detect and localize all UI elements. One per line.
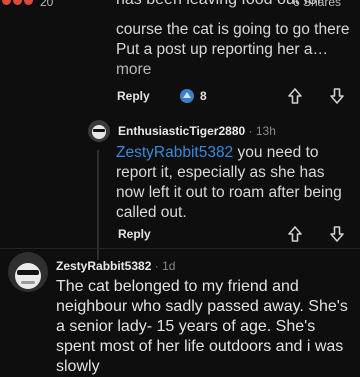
share-count[interactable]: 6 Shares xyxy=(293,0,341,9)
comment-age: 13h xyxy=(255,124,276,138)
separator-dot: · xyxy=(248,124,253,138)
divider xyxy=(0,248,360,249)
cut-off-comment-line: has been leaving food out for xyxy=(116,0,322,9)
upvote-button[interactable] xyxy=(286,225,304,243)
avatar[interactable] xyxy=(8,252,48,292)
comment-meta: ZestyRabbit5382 · 1d xyxy=(56,259,175,273)
thread-line xyxy=(97,150,99,260)
downvote-button[interactable] xyxy=(328,225,346,243)
award-count: 8 xyxy=(200,89,207,103)
award-badge[interactable]: 8 xyxy=(178,88,207,104)
reply-button[interactable]: Reply xyxy=(117,89,150,103)
avatar-icon xyxy=(8,252,48,292)
comment-body: course the cat is going to go there Put … xyxy=(116,20,356,80)
comment-age: 1d xyxy=(162,259,176,273)
reply-button[interactable]: Reply xyxy=(118,227,151,241)
status-number: 20 xyxy=(40,0,54,9)
avatar[interactable] xyxy=(88,120,110,142)
comment-body: ZestyRabbit5382 you need to report it, e… xyxy=(116,143,352,223)
top-bar: 20 has been leaving food out for 6 Share… xyxy=(0,0,360,16)
notification-dot xyxy=(13,0,22,5)
upvote-icon xyxy=(288,88,302,104)
user-mention-link[interactable]: ZestyRabbit5382 xyxy=(116,144,233,161)
downvote-icon xyxy=(330,226,344,242)
more-link[interactable]: more xyxy=(116,60,356,80)
comment-author[interactable]: EnthusiasticTiger2880 xyxy=(118,124,245,138)
award-icon xyxy=(180,89,194,103)
upvote-button[interactable] xyxy=(286,87,304,105)
comment-meta: EnthusiasticTiger2880 · 13h xyxy=(118,124,276,138)
downvote-icon xyxy=(330,88,344,104)
notification-dot xyxy=(24,0,33,5)
comment-author[interactable]: ZestyRabbit5382 xyxy=(56,259,151,273)
notification-dot xyxy=(2,0,11,5)
separator-dot: · xyxy=(154,259,159,273)
comment-text: The cat belonged to my friend and neighb… xyxy=(56,278,348,375)
notification-dots xyxy=(2,0,33,5)
upvote-icon xyxy=(288,226,302,242)
downvote-button[interactable] xyxy=(328,87,346,105)
comment-text: course the cat is going to go there Put … xyxy=(116,21,350,58)
avatar-icon xyxy=(88,120,110,142)
